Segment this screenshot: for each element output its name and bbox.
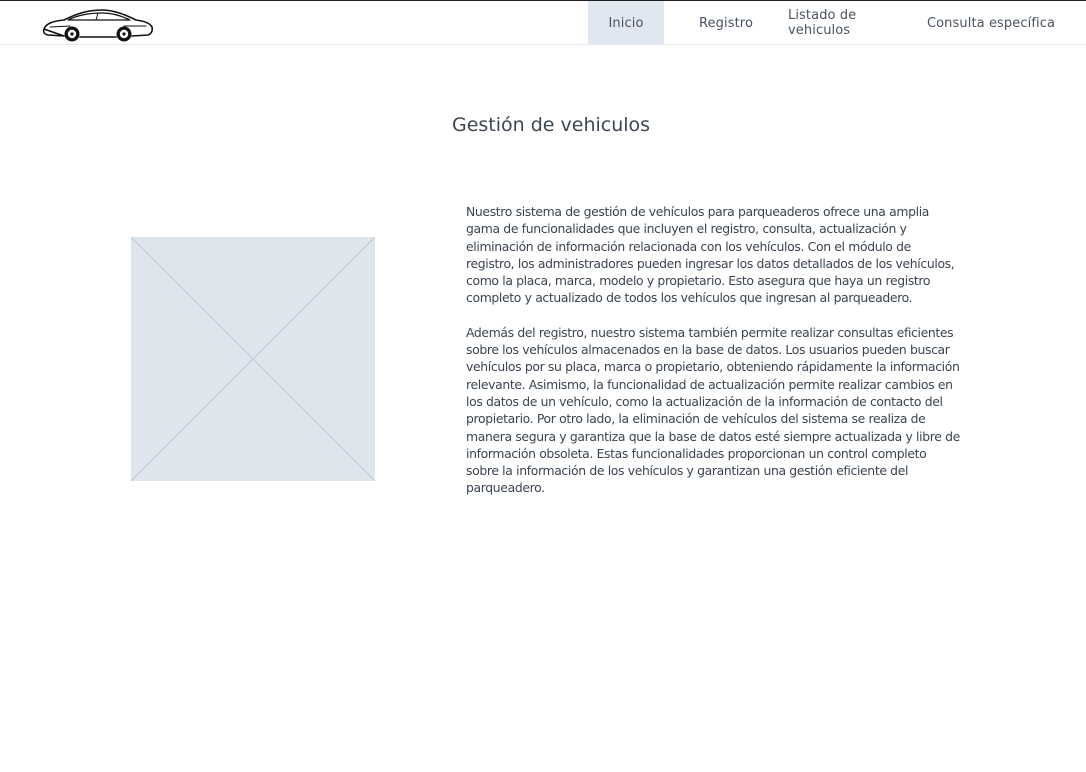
top-navbar: Inicio Registro Listado de vehiculos Con… [0, 0, 1086, 45]
image-placeholder-icon [131, 237, 375, 481]
main-nav: Inicio Registro Listado de vehiculos Con… [588, 1, 1066, 45]
nav-listado-vehiculos[interactable]: Listado de vehiculos [788, 1, 916, 45]
sports-car-icon[interactable] [40, 5, 156, 43]
nav-inicio[interactable]: Inicio [588, 1, 664, 45]
description-section: Nuestro sistema de gestión de vehículos … [466, 203, 960, 514]
page-title: Gestión de vehiculos [452, 114, 651, 136]
nav-consulta-especifica[interactable]: Consulta específica [916, 1, 1066, 45]
nav-registro[interactable]: Registro [664, 1, 788, 45]
description-paragraph-2: Además del registro, nuestro sistema tam… [466, 324, 960, 496]
description-paragraph-1: Nuestro sistema de gestión de vehículos … [466, 204, 955, 306]
